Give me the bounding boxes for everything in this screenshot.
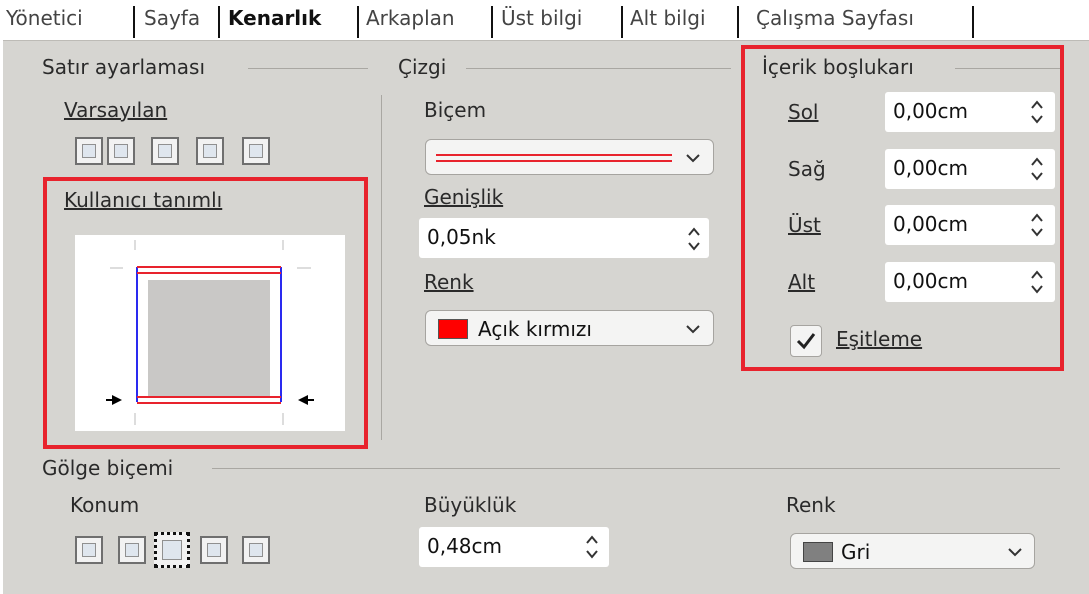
shadow-color-value: Gri [841,540,871,564]
tab-separator [621,6,623,38]
line-arrangement-title: Satır ayarlaması [42,55,206,79]
chevron-down-icon [686,325,700,334]
shadow-bottom-left-icon[interactable] [200,536,228,564]
preset-box-icon[interactable] [107,137,135,165]
group-rule [466,68,731,69]
line-width-label: Genişlik [424,185,504,209]
line-width-value: 0,05nk [427,225,496,249]
tab-header[interactable]: Üst bilgi [501,0,582,36]
shadow-size-value: 0,48cm [427,534,503,558]
shadow-none-icon[interactable] [75,536,103,564]
line-color-dropdown[interactable]: Açık kırmızı [425,310,714,346]
shadow-color-label: Renk [786,493,836,517]
line-style-label: Biçem [424,98,487,122]
line-title: Çizgi [398,55,447,79]
line-color-label: Renk [424,270,474,294]
preset-outer-icon[interactable] [196,137,224,165]
preset-shadowed-icon[interactable] [242,137,270,165]
spin-updown-icon[interactable] [687,224,701,254]
tab-separator [357,6,359,38]
tab-borders[interactable]: Kenarlık [228,0,321,36]
shadow-size-field[interactable]: 0,48cm [419,527,609,567]
tab-background[interactable]: Arkaplan [366,0,455,36]
tab-page[interactable]: Sayfa [144,0,200,36]
color-swatch [438,319,468,339]
chevron-down-icon [686,154,700,163]
preset-none-icon[interactable] [75,137,103,165]
chevron-down-icon [1008,548,1022,557]
tab-separator [218,6,220,38]
shadow-top-right-icon[interactable] [154,532,190,568]
shadow-title: Gölge biçemi [42,456,174,480]
tab-worksheet[interactable]: Çalışma Sayfası [756,0,914,36]
tab-separator [972,6,974,38]
line-style-swatch [436,160,672,162]
line-style-dropdown[interactable] [425,139,714,175]
shadow-size-label: Büyüklük [424,493,517,517]
tab-separator [737,6,739,38]
preset-box-inner-icon[interactable] [151,137,179,165]
user-defined-highlight [43,177,368,449]
line-width-field[interactable]: 0,05nk [419,218,709,258]
tab-separator [491,6,493,38]
line-style-swatch [436,154,672,156]
shadow-position-label: Konum [70,493,140,517]
tab-footer[interactable]: Alt bilgi [630,0,706,36]
group-rule [212,468,1060,469]
color-swatch [803,542,833,562]
tab-bar: Yönetici Sayfa Kenarlık Arkaplan Üst bil… [0,0,1089,40]
line-color-value: Açık kırmızı [478,317,592,341]
group-divider [381,95,382,440]
group-rule [248,68,368,69]
tab-manager[interactable]: Yönetici [6,0,83,36]
padding-highlight [741,45,1064,371]
shadow-bottom-right-icon[interactable] [118,536,146,564]
spin-updown-icon[interactable] [585,532,599,562]
tab-separator [133,6,135,38]
default-label: Varsayılan [64,98,168,122]
shadow-color-dropdown[interactable]: Gri [790,533,1035,569]
shadow-top-left-icon[interactable] [242,536,270,564]
